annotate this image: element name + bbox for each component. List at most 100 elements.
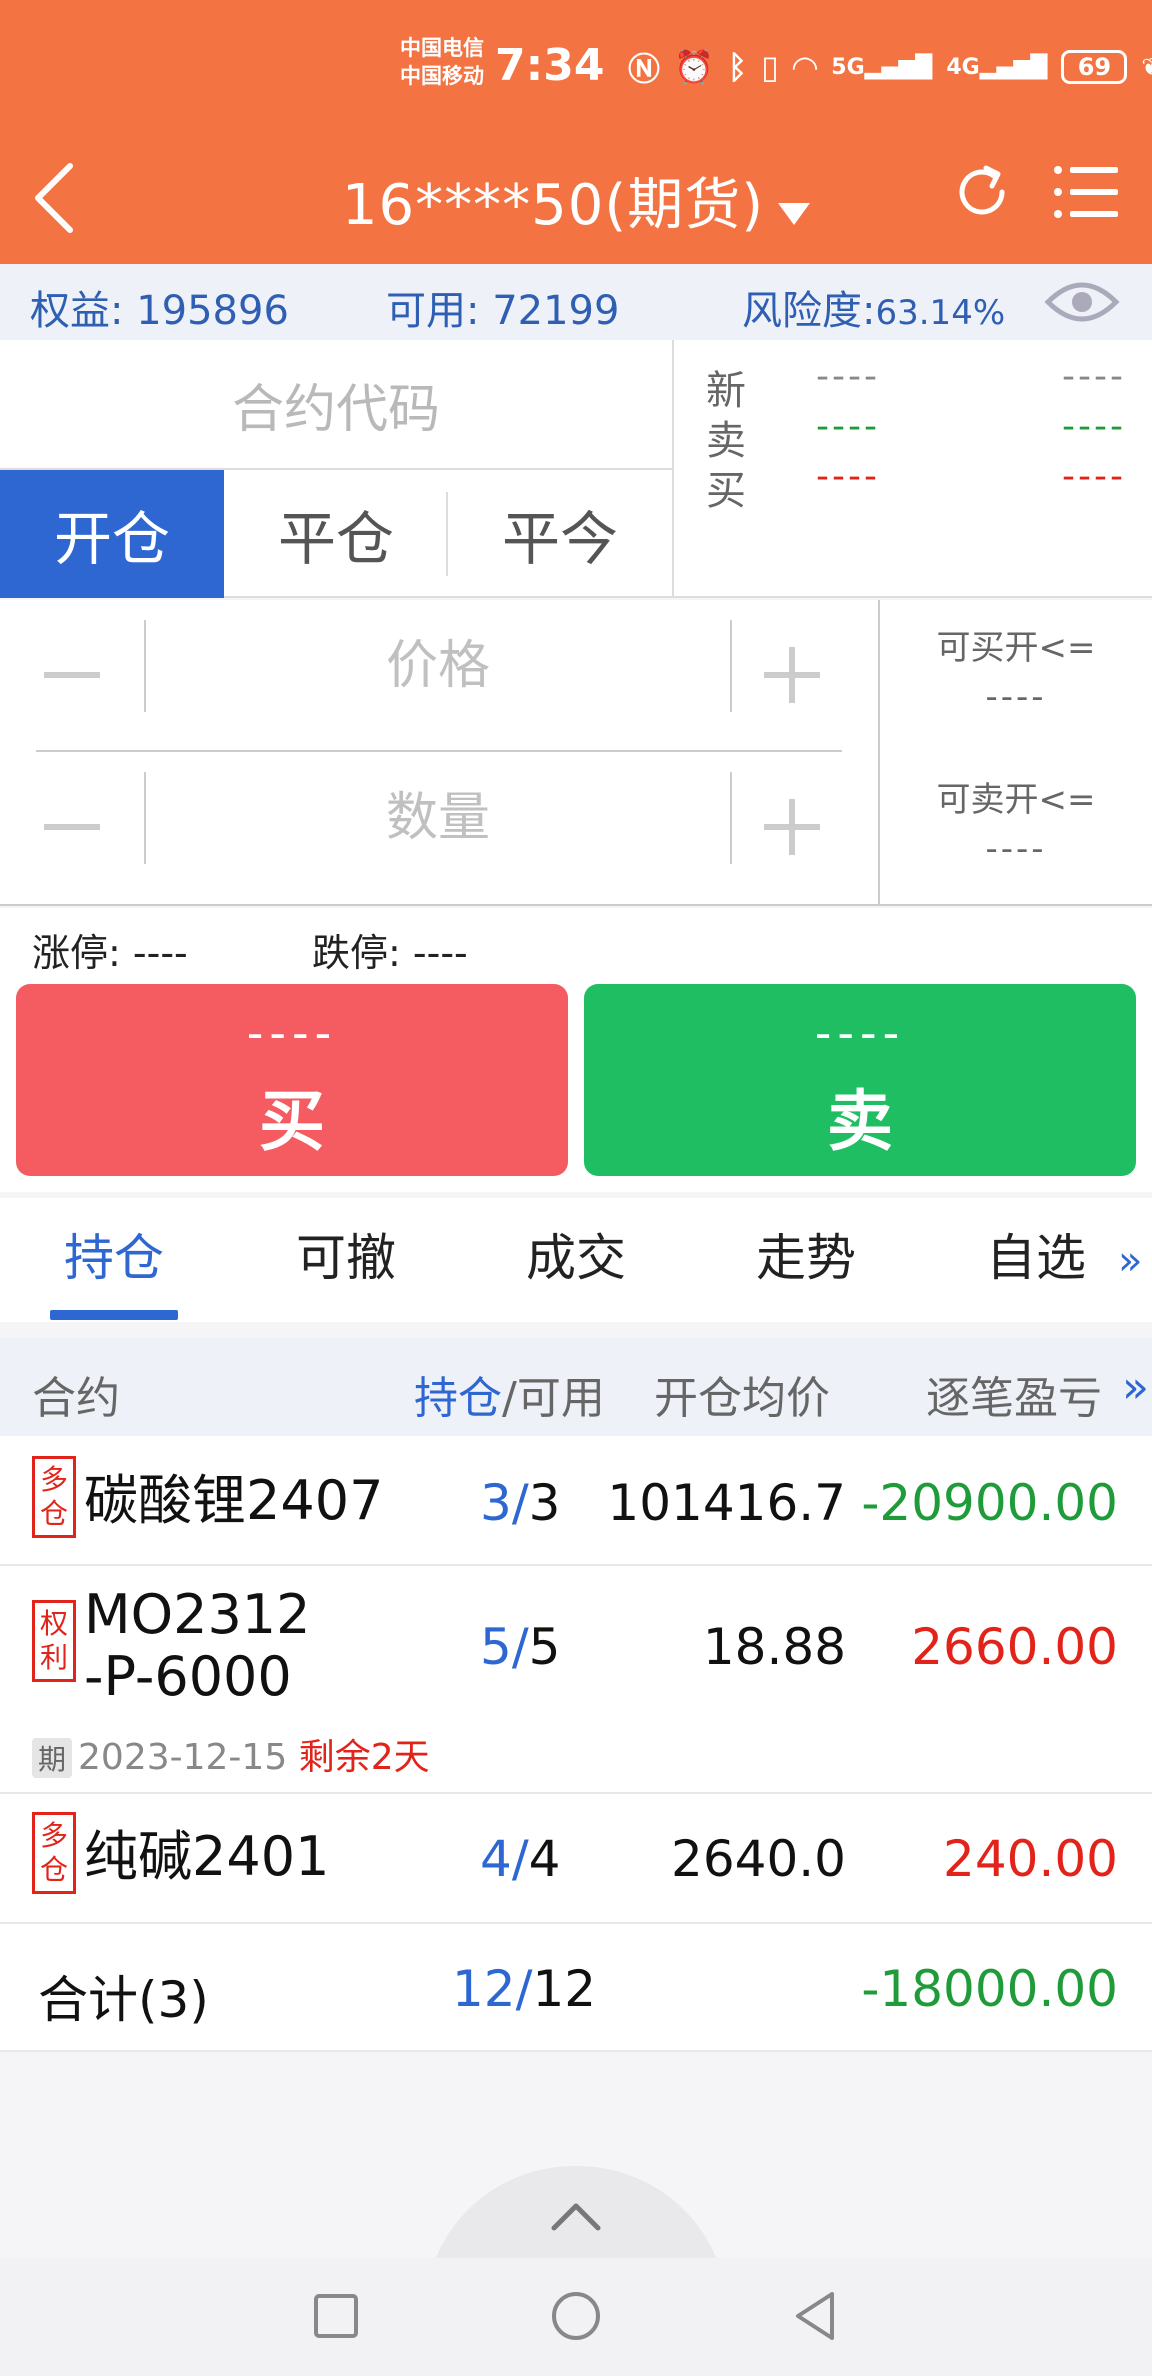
tab-close-today[interactable]: 平今 (448, 470, 672, 598)
tab-positions[interactable]: 持仓 (34, 1218, 194, 1290)
contract-name: 纯碱2401 (84, 1825, 330, 1888)
status-time: 7:34 (495, 40, 605, 91)
menu-button[interactable] (1052, 160, 1122, 224)
quote-bid-price: ---- (816, 456, 880, 497)
max-buy-value: ---- (985, 677, 1047, 717)
carrier-info: 中国电信 中国移动 (400, 34, 484, 90)
tab-open[interactable]: 开仓 (0, 470, 224, 598)
total-hold: 12 (452, 1960, 516, 2018)
battery-icon: 69 (1061, 50, 1128, 84)
buy-button[interactable]: ---- 买 (16, 984, 568, 1176)
bluetooth-icon: ᛒ (727, 48, 748, 86)
system-nav-bar (0, 2258, 1152, 2376)
total-label: 合计(3) (38, 1971, 209, 2029)
tab-trend[interactable]: 走势 (726, 1218, 886, 1290)
contract-name-line-1: MO2312 (84, 1583, 311, 1646)
hold-qty: 3 (480, 1474, 512, 1532)
minus-icon (44, 824, 100, 830)
limit-down-value: ---- (412, 931, 468, 975)
divider (144, 772, 146, 864)
total-hold-avail: 12/12 (452, 1960, 597, 2018)
circle-icon (552, 2292, 600, 2340)
divider (144, 620, 146, 712)
price-minus-button[interactable] (36, 630, 144, 720)
col-pnl: 逐笔盈亏 (926, 1373, 1102, 1424)
caret-down-icon[interactable] (778, 202, 811, 225)
tab-close[interactable]: 平仓 (224, 470, 448, 598)
quantity-plus-button[interactable] (736, 782, 844, 872)
page-title[interactable]: 16****50(期货) (342, 173, 764, 238)
refresh-button[interactable] (950, 160, 1014, 224)
max-buy-open: 可买开<= ---- (880, 620, 1152, 717)
hold-qty: 4 (480, 1830, 512, 1888)
table-row[interactable]: 权利 MO2312 -P-6000 5/5 18.88 2660.00 期 202… (0, 1566, 1152, 1794)
days-remaining: 剩余2天 (298, 1737, 430, 1778)
trade-buttons: ---- 买 ---- 卖 (0, 984, 1152, 1192)
expiry-date: 2023-12-15 (78, 1737, 288, 1778)
sell-price: ---- (814, 1006, 906, 1060)
quantity-input[interactable] (148, 772, 728, 864)
system-back-button[interactable] (786, 2286, 846, 2346)
quantity-minus-button[interactable] (36, 782, 144, 872)
price-input[interactable] (148, 620, 728, 712)
signal-5g-icon: 5G▂▄▆█ (831, 54, 933, 80)
columns-more-icon[interactable]: » (1122, 1362, 1149, 1413)
tab-cancelable[interactable]: 可撤 (266, 1218, 426, 1290)
leaf-icon: ❦ (1141, 53, 1152, 81)
triangle-back-icon (796, 2292, 834, 2340)
quote-last-value: ---- (816, 356, 880, 397)
avg-price: 101416.7 (607, 1474, 846, 1532)
recents-button[interactable] (306, 2286, 366, 2346)
tab-trades[interactable]: 成交 (496, 1218, 656, 1290)
carrier-2: 中国移动 (400, 64, 484, 88)
net-2-label: 4G (946, 54, 980, 80)
app-header: 16****50(期货) (0, 130, 1152, 264)
col-avg-price: 开仓均价 (654, 1373, 830, 1424)
table-row[interactable]: 多仓 纯碱2401 4/4 2640.0 240.00 (0, 1794, 1152, 1924)
equity-label: 权益: (30, 288, 137, 334)
buy-price: ---- (246, 1006, 338, 1060)
table-row[interactable]: 多仓 碳酸锂2407 3/3 101416.7 -20900.00 (0, 1436, 1152, 1566)
account-summary: 权益: 195896 可用: 72199 风险度:63.14% (0, 264, 1152, 340)
position-tag: 多仓 (32, 1456, 76, 1538)
quote-bid-label: 买 (706, 468, 746, 514)
battery-level: 69 (1077, 53, 1112, 81)
position-tag: 权利 (32, 1600, 76, 1682)
price-plus-button[interactable] (736, 630, 844, 720)
square-icon (314, 2294, 358, 2338)
expiry-info: 期 2023-12-15 剩余2天 (32, 1728, 430, 1780)
contract-name: 碳酸锂2407 (84, 1469, 384, 1532)
sell-button[interactable]: ---- 卖 (584, 984, 1136, 1176)
risk-label: 风险度: (742, 288, 876, 334)
quote-bid: 买 ---- ---- (706, 456, 1126, 518)
carrier-1: 中国电信 (400, 36, 484, 60)
eye-icon (1044, 282, 1120, 322)
home-button[interactable] (546, 2286, 606, 2346)
pnl-value: 2660.00 (911, 1618, 1118, 1676)
col-contract: 合约 (32, 1373, 120, 1424)
contract-code-input[interactable]: 合约代码 (0, 340, 672, 470)
price-stepper (36, 620, 842, 720)
divider (730, 772, 732, 864)
buy-label: 买 (259, 1083, 325, 1160)
divider (672, 340, 674, 598)
available-funds: 可用: 72199 (386, 278, 619, 336)
quantity-stepper (36, 772, 842, 872)
price-limits: 涨停: ---- 跌停: ---- (0, 908, 1152, 984)
equity: 权益: 195896 (30, 278, 289, 336)
positions-table-header: 合约 持仓/可用 开仓均价 逐笔盈亏 » (0, 1338, 1152, 1436)
total-row: 合计(3) 12/12 -18000.00 (0, 1924, 1152, 2052)
vibrate-icon: ▯ (761, 48, 779, 86)
more-tabs-icon[interactable]: » (1118, 1238, 1142, 1284)
available-value: 72199 (492, 288, 620, 334)
alarm-icon: ⏰ (674, 48, 714, 86)
avg-price: 2640.0 (671, 1830, 846, 1888)
visibility-toggle[interactable] (1044, 274, 1120, 330)
tab-close-today-label: 平今 (501, 505, 618, 573)
list-menu-icon (1054, 166, 1118, 218)
tab-watchlist[interactable]: 自选 (956, 1218, 1116, 1290)
limit-up: 涨停: ---- (32, 922, 188, 977)
pnl-value: -20900.00 (861, 1474, 1118, 1532)
divider (730, 620, 732, 712)
plus-icon (764, 799, 820, 855)
